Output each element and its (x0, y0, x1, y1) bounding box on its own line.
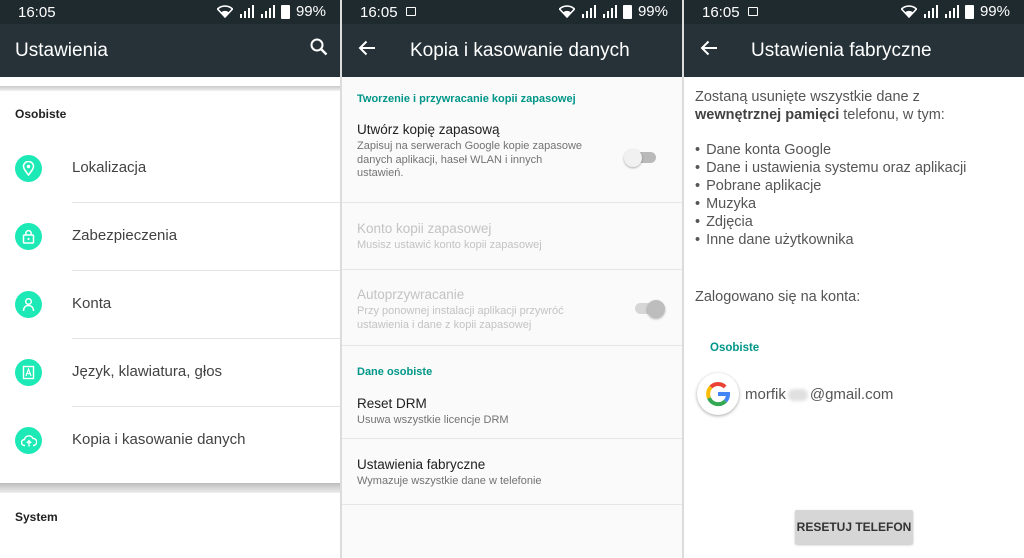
list-item: Dane konta Google (695, 142, 966, 160)
back-arrow-icon[interactable] (358, 37, 376, 63)
item-description: Usuwa wszystkie licencje DRM (357, 414, 509, 426)
language-icon (15, 359, 42, 386)
battery-icon (622, 4, 632, 19)
cloud-upload-icon (15, 427, 42, 454)
reset-phone-button[interactable]: RESETUJ TELEFON (795, 510, 913, 544)
settings-item-label: Kopia i kasowanie danych (72, 431, 246, 448)
settings-item-backup-account: Konto kopii zapasowej Musisz ustawić kon… (342, 203, 682, 270)
item-description: Zapisuj na serwerach Google kopie zapaso… (357, 140, 583, 179)
backup-toggle[interactable] (624, 149, 658, 167)
data-to-erase-list: Dane konta Google Dane i ustawienia syst… (695, 142, 966, 250)
list-item: Pobrane aplikacje (695, 178, 966, 196)
app-bar: Ustawienia (0, 24, 340, 77)
settings-item-label: Lokalizacja (72, 159, 147, 176)
section-header-system: System (15, 510, 58, 524)
settings-item-create-backup[interactable]: Utwórz kopię zapasową Zapisuj na serwera… (342, 105, 682, 203)
wifi-icon (900, 5, 917, 18)
reset-warning-line1: Zostaną usunięte wszystkie dane z (695, 89, 920, 105)
signal-icon (944, 5, 959, 18)
status-time: 16:05 (702, 4, 740, 21)
signal-icon (260, 5, 275, 18)
location-icon (15, 155, 42, 182)
page-title: Ustawienia fabryczne (751, 40, 932, 61)
settings-item-language[interactable]: Język, klawiatura, głos (0, 339, 340, 407)
signal-icon (602, 5, 617, 18)
app-bar: Ustawienia fabryczne (684, 24, 1024, 77)
section-header-personal: Osobiste (15, 107, 67, 121)
section-header-backup: Tworzenie i przywracanie kopii zapasowej (357, 93, 576, 105)
section-divider (0, 483, 340, 493)
list-item: Inne dane użytkownika (695, 232, 966, 250)
settings-item-label: Zabezpieczenia (72, 227, 178, 244)
item-title: Reset DRM (357, 396, 427, 411)
battery-level: 99% (637, 3, 668, 20)
reset-warning-line2: wewnętrznej pamięci telefonu, w tym: (695, 107, 945, 123)
settings-item-label: Język, klawiatura, głos (72, 363, 223, 380)
item-title: Utwórz kopię zapasową (357, 122, 500, 137)
wifi-icon (216, 5, 233, 18)
settings-item-accounts[interactable]: Konta (0, 271, 340, 339)
redacted-text (787, 388, 808, 401)
status-bar: 16:05 99% (0, 0, 340, 24)
logged-in-label: Zalogowano się na konta: (695, 289, 861, 305)
image-notification-icon (748, 7, 758, 16)
battery-icon (964, 4, 974, 19)
google-logo-icon (697, 373, 739, 415)
signal-icon (239, 5, 254, 18)
image-notification-icon (406, 7, 416, 16)
signal-icon (923, 5, 938, 18)
battery-icon (280, 4, 290, 19)
autorestore-toggle (633, 300, 667, 318)
settings-item-factory-reset[interactable]: Ustawienia fabryczne Wymazuje wszystkie … (342, 439, 682, 505)
item-description: Wymazuje wszystkie dane w telefonie (357, 475, 542, 487)
settings-item-backup[interactable]: Kopia i kasowanie danych (0, 407, 340, 475)
page-title: Ustawienia (15, 40, 108, 61)
list-item: Muzyka (695, 196, 966, 214)
settings-item-reset-drm[interactable]: Reset DRM Usuwa wszystkie licencje DRM (342, 378, 682, 439)
person-icon (15, 291, 42, 318)
status-time: 16:05 (18, 4, 56, 21)
section-divider (0, 77, 340, 91)
status-time: 16:05 (360, 4, 398, 21)
account-email: morfik @gmail.com (745, 386, 894, 403)
item-description: Przy ponownej instalacji aplikacji przyw… (357, 305, 564, 331)
item-title: Ustawienia fabryczne (357, 457, 486, 472)
factory-reset-panel: 16:05 99% Ustawienia fabryczne Zostaną u… (684, 0, 1024, 558)
account-section-header: Osobiste (710, 342, 760, 354)
battery-level: 99% (295, 3, 326, 20)
page-title: Kopia i kasowanie danych (410, 40, 630, 61)
lock-icon (15, 223, 42, 250)
settings-panel: 16:05 99% Ustawienia Osobiste Lokalizacj… (0, 0, 340, 558)
battery-level: 99% (979, 3, 1010, 20)
app-bar: Kopia i kasowanie danych (342, 24, 682, 77)
list-item: Dane i ustawienia systemu oraz aplikacji (695, 160, 966, 178)
settings-item-security[interactable]: Zabezpieczenia (0, 203, 340, 271)
item-title: Autoprzywracanie (357, 287, 465, 302)
wifi-icon (558, 5, 575, 18)
settings-item-label: Konta (72, 295, 112, 312)
back-arrow-icon[interactable] (700, 37, 718, 63)
status-bar: 16:05 99% (342, 0, 682, 24)
item-description: Musisz ustawić konto kopii zapasowej (357, 239, 542, 251)
signal-icon (581, 5, 596, 18)
settings-item-location[interactable]: Lokalizacja (0, 135, 340, 203)
settings-item-autorestore: Autoprzywracanie Przy ponownej instalacj… (342, 270, 682, 346)
status-bar: 16:05 99% (684, 0, 1024, 24)
section-header-personal-data: Dane osobiste (357, 366, 433, 378)
item-title: Konto kopii zapasowej (357, 221, 492, 236)
backup-reset-panel: 16:05 99% Kopia i kasowanie danych Tworz… (342, 0, 682, 558)
list-item: Zdjęcia (695, 214, 966, 232)
search-icon[interactable] (310, 38, 328, 61)
